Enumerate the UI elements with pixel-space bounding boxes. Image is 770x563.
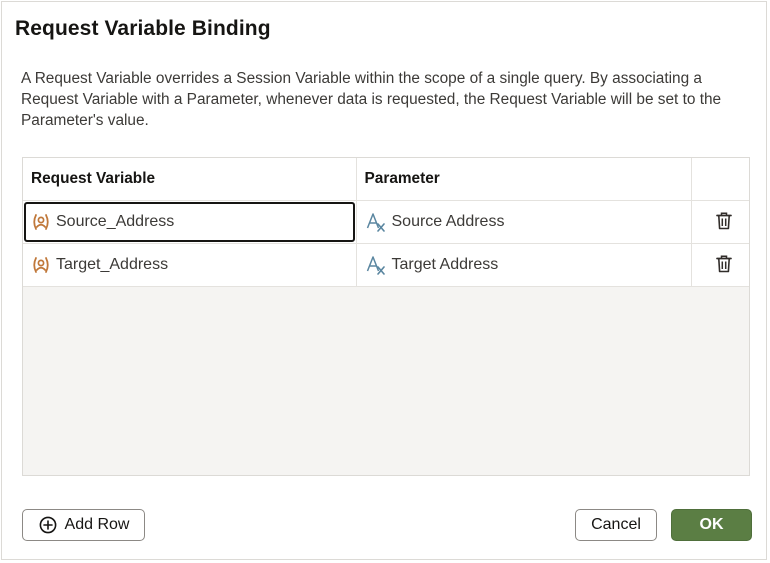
request-variable-name: Source_Address (56, 212, 175, 230)
ok-button[interactable]: OK (671, 509, 752, 541)
plus-circle-icon (38, 515, 58, 535)
request-variable-icon (31, 212, 51, 232)
table-row[interactable]: Target_Address Target Address (23, 243, 749, 287)
dialog-description: A Request Variable overrides a Session V… (21, 70, 722, 129)
binding-table: Request Variable Parameter Source_Addres… (23, 158, 749, 287)
request-variable-icon (31, 255, 51, 275)
request-variable-cell[interactable]: Target_Address (23, 243, 357, 287)
parameter-cell[interactable]: Source Address (356, 200, 692, 244)
table-row[interactable]: Source_Address Source Address (23, 200, 749, 244)
cancel-button[interactable]: Cancel (575, 509, 657, 541)
text-parameter-icon (365, 254, 387, 276)
trash-icon[interactable] (710, 250, 738, 278)
dialog-title: Request Variable Binding (15, 17, 271, 40)
parameter-cell[interactable]: Target Address (356, 243, 692, 287)
binding-table-container: Request Variable Parameter Source_Addres… (22, 157, 750, 476)
text-parameter-icon (365, 211, 387, 233)
request-variable-cell[interactable]: Source_Address (23, 200, 357, 244)
add-row-label: Add Row (64, 516, 130, 533)
column-header-request-variable: Request Variable (23, 158, 357, 201)
request-variable-binding-dialog: Request Variable Binding A Request Varia… (1, 1, 767, 560)
row-actions-cell (691, 243, 749, 287)
parameter-name: Target Address (391, 255, 499, 273)
request-variable-name: Target_Address (56, 255, 169, 273)
table-header-row: Request Variable Parameter (23, 158, 749, 201)
column-header-parameter: Parameter (356, 158, 692, 201)
trash-icon[interactable] (710, 207, 738, 235)
column-header-actions (691, 158, 749, 201)
row-actions-cell (691, 200, 749, 244)
parameter-name: Source Address (391, 212, 505, 230)
add-row-button[interactable]: Add Row (22, 509, 145, 541)
